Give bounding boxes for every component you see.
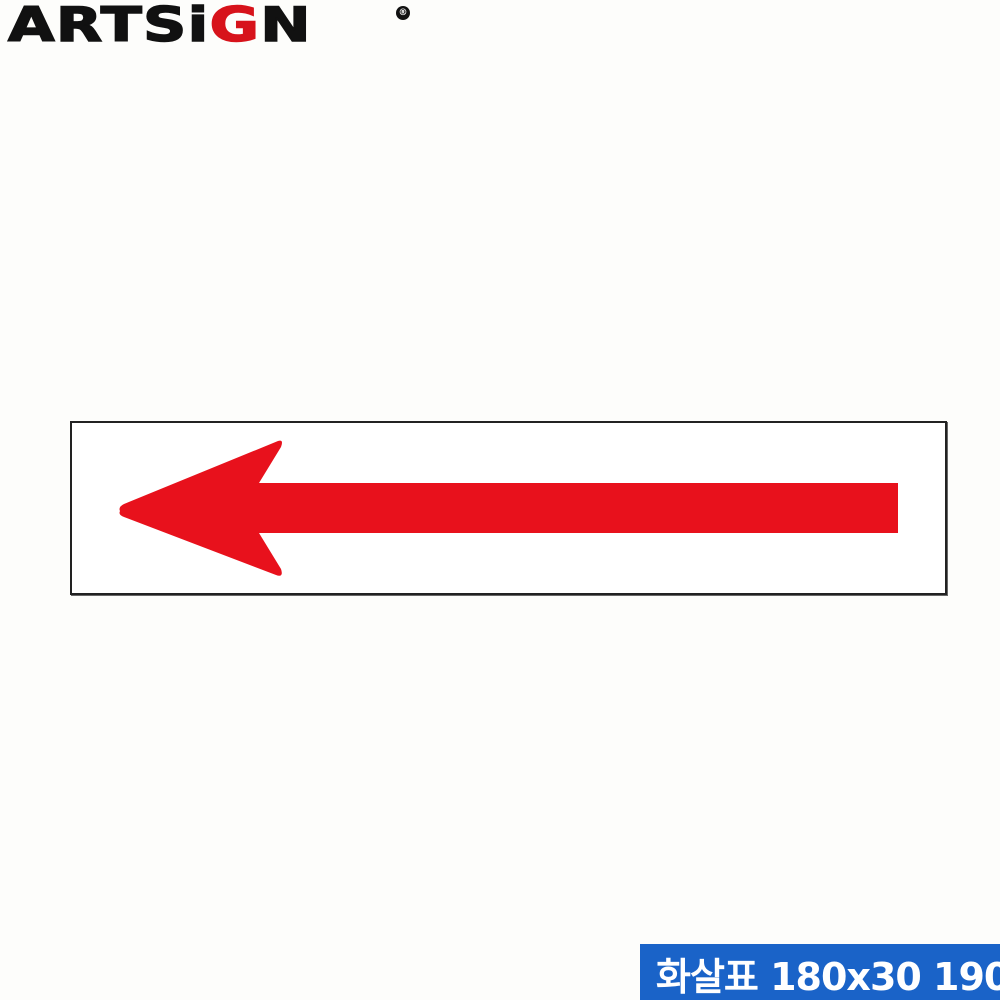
brand-logo-text: ARTSiGN (7, 0, 312, 53)
brand-logo-accent: G (209, 0, 261, 53)
arrow-sign-panel (70, 421, 947, 595)
brand-logo: ARTSiGN (7, 0, 312, 52)
left-arrow-icon (119, 440, 898, 576)
registered-mark: ® (396, 6, 410, 20)
brand-logo-suffix: N (259, 0, 312, 53)
arrow-shape (119, 440, 898, 576)
brand-logo-prefix: ARTSi (7, 0, 210, 53)
product-label-banner: 화살표 180x30 190 (640, 944, 1000, 1000)
product-label-text: 화살표 180x30 190 (656, 955, 1000, 999)
